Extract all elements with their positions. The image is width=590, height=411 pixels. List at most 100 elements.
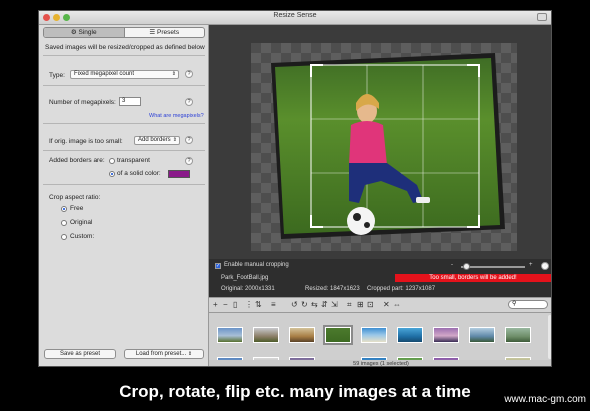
list-icon[interactable]: ≡: [271, 300, 276, 310]
aspect-free-radio[interactable]: [61, 206, 67, 212]
tab-presets-label: Presets: [157, 29, 180, 36]
thumbnail[interactable]: [361, 327, 387, 343]
warning-banner: Too small, borders will be added!: [395, 274, 551, 282]
manual-crop-checkbox[interactable]: ✓: [215, 263, 221, 269]
aspect-original-radio[interactable]: [61, 220, 67, 226]
gear-icon: ⚙: [70, 29, 77, 36]
thumbnail-selected[interactable]: [323, 325, 353, 345]
help-icon[interactable]: ?: [185, 136, 193, 144]
thumbnail[interactable]: [217, 327, 243, 343]
crop-controls: ✓ Enable manual cropping - + ? Park_Foot…: [209, 259, 551, 297]
expand-icon[interactable]: ⇔: [393, 300, 401, 310]
resized-size: Resized: 1847x1623: [305, 286, 360, 292]
megapixels-field[interactable]: 3: [119, 97, 141, 106]
aspect-original-label: Original: [70, 219, 93, 226]
chevron-updown-icon: ⇕: [187, 351, 193, 357]
tab-single[interactable]: ⚙ Single: [44, 28, 124, 37]
search-field[interactable]: ⚲: [508, 300, 548, 309]
thumbnail[interactable]: [289, 327, 315, 343]
watermark: www.mac-gm.com: [504, 394, 586, 405]
chevron-updown-icon: ⇕: [172, 137, 177, 143]
original-size: Original: 2000x1331: [221, 286, 275, 292]
save-preset-button[interactable]: Save as preset: [44, 349, 116, 359]
tab-presets[interactable]: ☰ Presets: [125, 28, 205, 37]
divider: [43, 184, 205, 185]
aspect-custom-label: Custom:: [70, 233, 95, 240]
crop-icon[interactable]: ⌗: [347, 300, 352, 310]
mode-tabs: ⚙ Single ☰ Presets: [43, 27, 205, 38]
add-icon[interactable]: +: [213, 300, 218, 310]
list-icon: ☰: [149, 29, 156, 36]
flip-horizontal-icon[interactable]: ⇆: [311, 300, 318, 310]
photo-preview: [271, 53, 505, 239]
divider: [43, 150, 205, 151]
intro-text: Saved images will be resized/cropped as …: [45, 44, 205, 51]
fit-icon[interactable]: ⇲: [331, 300, 338, 310]
megapixels-label: Number of megapixels:: [49, 99, 116, 106]
thumbnail[interactable]: [469, 327, 495, 343]
aspect-free-label: Free: [70, 205, 84, 212]
app-window: Resize Sense ⚙ Single ☰ Presets Saved im…: [38, 10, 552, 367]
border-solid-label: of a solid color:: [117, 170, 161, 177]
thumbnail-scrollbar[interactable]: [548, 315, 551, 359]
load-preset-label: Load from preset...: [135, 351, 187, 357]
rotate-left-icon[interactable]: ↺: [291, 300, 298, 310]
zoom-slider-knob[interactable]: [463, 263, 470, 270]
sort-icon[interactable]: ⇅: [255, 300, 262, 310]
help-icon[interactable]: ?: [541, 262, 549, 270]
window-title: Resize Sense: [273, 12, 317, 19]
image-count: 59 images (1 selected): [353, 361, 409, 367]
type-label: Type:: [49, 72, 65, 79]
rotate-right-icon[interactable]: ↻: [301, 300, 308, 310]
remove-icon[interactable]: −: [223, 300, 228, 310]
thumbnail[interactable]: [253, 327, 279, 343]
border-solid-radio[interactable]: [109, 171, 115, 177]
file-name: Park_FootBall.jpg: [221, 275, 269, 281]
type-select-value: Fixed megapixel count: [74, 71, 135, 77]
megapixels-link[interactable]: What are megapixels?: [149, 113, 204, 119]
too-small-label: If orig. image is too small:: [49, 138, 123, 145]
thumbnail[interactable]: [397, 327, 423, 343]
file-icon[interactable]: ▯: [233, 300, 237, 310]
thumbnail[interactable]: [505, 327, 531, 343]
manual-crop-label: Enable manual cropping: [224, 262, 289, 268]
screen: { "window": {"title": "Resize Sense"}, "…: [0, 0, 590, 411]
flip-vertical-icon[interactable]: ⇵: [321, 300, 328, 310]
edit-toolbar: + − ▯ ⋮ ⇅ ≡ ↺ ↻ ⇆ ⇵ ⇲ ⌗ ⊞ ⊡ ✕ ⇔ ⚲: [209, 297, 551, 313]
too-small-select[interactable]: Add borders ⇕: [134, 136, 180, 145]
borders-label: Added borders are:: [49, 157, 105, 164]
zoom-slider[interactable]: [461, 266, 525, 268]
thumbnail-strip: [209, 313, 551, 366]
grid-icon[interactable]: ⊞: [357, 300, 364, 310]
help-icon[interactable]: ?: [185, 157, 193, 165]
toolbar-toggle-button[interactable]: [537, 13, 547, 21]
help-icon[interactable]: ?: [185, 70, 193, 78]
thumbnail[interactable]: [433, 327, 459, 343]
rotated-photo: [275, 58, 500, 234]
info-icon[interactable]: ⋮: [245, 300, 253, 310]
divider: [43, 55, 205, 56]
status-bar: 59 images (1 selected): [209, 360, 551, 367]
title-bar: Resize Sense: [39, 11, 551, 25]
border-color-swatch[interactable]: [168, 170, 190, 178]
too-small-select-value: Add borders: [138, 137, 171, 143]
aspect-custom-radio[interactable]: [61, 234, 67, 240]
type-select[interactable]: Fixed megapixel count ⇕: [70, 70, 179, 79]
zoom-plus[interactable]: +: [529, 262, 533, 268]
chevron-updown-icon: ⇕: [171, 71, 176, 77]
divider: [43, 85, 205, 86]
help-icon[interactable]: ?: [185, 98, 193, 106]
aspect-label: Crop aspect ratio:: [49, 194, 101, 201]
tab-single-label: Single: [78, 29, 97, 36]
promo-caption: Crop, rotate, flip etc. many images at a…: [119, 382, 471, 401]
border-transparent-label: transparent: [117, 157, 150, 164]
zoom-minus[interactable]: -: [451, 262, 453, 268]
clear-icon[interactable]: ✕: [383, 300, 390, 310]
load-preset-button[interactable]: Load from preset... ⇕: [124, 349, 204, 359]
transform-icon[interactable]: ⊡: [367, 300, 374, 310]
settings-sidebar: ⚙ Single ☰ Presets Saved images will be …: [39, 25, 209, 366]
divider: [43, 123, 205, 124]
border-transparent-radio[interactable]: [109, 158, 115, 164]
cropped-size: Cropped part: 1237x1087: [367, 286, 436, 292]
image-canvas[interactable]: [209, 25, 551, 259]
